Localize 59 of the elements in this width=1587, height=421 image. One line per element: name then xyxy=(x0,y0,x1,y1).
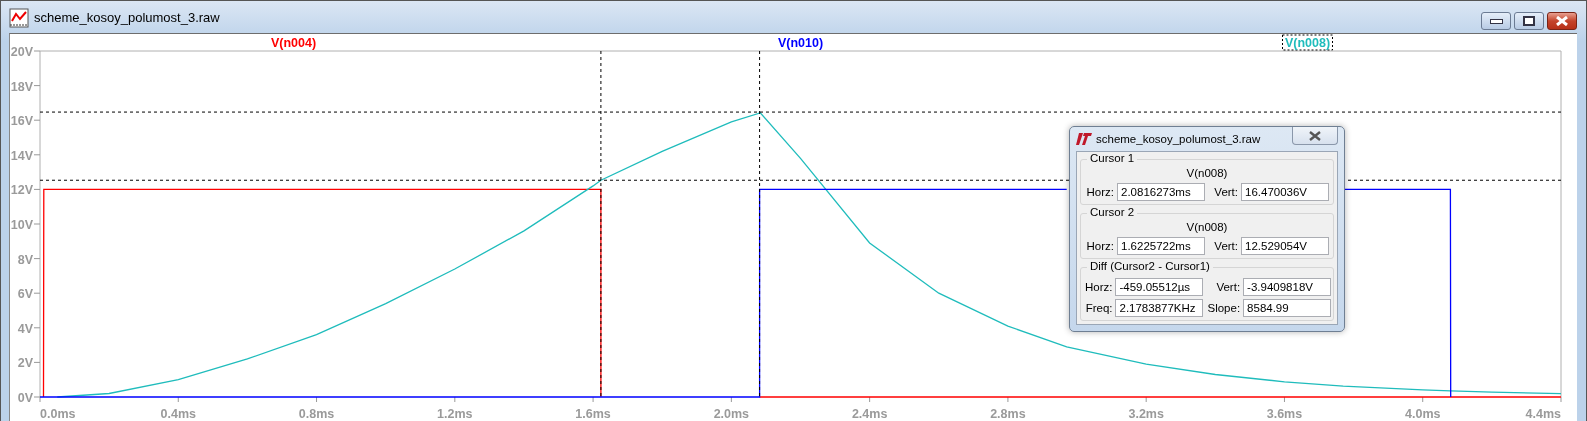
trace-label[interactable]: V(n010) xyxy=(777,36,824,50)
minimize-button[interactable] xyxy=(1481,12,1511,30)
y-tick-label: 16V xyxy=(10,114,33,129)
x-tick-label: 3.6ms xyxy=(1266,407,1303,421)
value-field[interactable]: 8584.99 xyxy=(1243,299,1332,317)
field-label: Horz: xyxy=(1085,281,1113,293)
field-label: Freq: xyxy=(1085,302,1113,314)
field-label: Vert: xyxy=(1216,281,1241,293)
value-field[interactable]: 2.0816273ms xyxy=(1117,183,1205,201)
value-field[interactable]: 12.529054V xyxy=(1241,237,1329,255)
field-label: Vert: xyxy=(1214,240,1238,252)
value-field[interactable]: -459.05512µs xyxy=(1115,278,1204,296)
x-tick-label: 1.6ms xyxy=(575,407,611,421)
maximize-button[interactable] xyxy=(1514,12,1544,30)
y-tick-label: 20V xyxy=(10,45,33,59)
cursor-line[interactable] xyxy=(759,50,761,398)
y-tick-label: 10V xyxy=(10,218,33,232)
x-tick-label: 0.8ms xyxy=(298,407,335,421)
field-label: Horz: xyxy=(1086,186,1114,198)
close-button[interactable] xyxy=(1547,12,1577,30)
y-tick-label: 8V xyxy=(17,252,33,267)
y-tick-label: 4V xyxy=(17,321,33,336)
field-label: Horz: xyxy=(1086,240,1114,252)
field-label: Slope: xyxy=(1207,302,1241,314)
y-tick-label: 14V xyxy=(10,148,33,163)
window-title: scheme_kosoy_polumost_3.raw xyxy=(34,9,220,25)
group-title: Cursor 2 xyxy=(1087,206,1138,218)
cursor-line[interactable] xyxy=(600,50,602,398)
value-field[interactable]: 2.1783877KHz xyxy=(1115,299,1204,317)
x-tick-label: 3.2ms xyxy=(1128,407,1164,421)
value-field[interactable]: 16.470036V xyxy=(1241,183,1329,201)
y-tick-label: 12V xyxy=(10,183,33,198)
x-tick-label: 2.0ms xyxy=(713,407,750,421)
x-tick-label: 0.4ms xyxy=(160,407,196,421)
x-tick-label: 4.0ms xyxy=(1405,407,1441,421)
focus-box xyxy=(1282,34,1333,51)
x-tick-label: 2.4ms xyxy=(851,407,888,421)
trace-label[interactable]: V(n004) xyxy=(270,36,317,50)
x-tick-label: 1.2ms xyxy=(437,407,473,421)
x-tick-label: 2.8ms xyxy=(990,407,1026,421)
waveform-icon xyxy=(9,8,29,28)
y-tick-label: 0V xyxy=(17,391,33,405)
field-label: Vert: xyxy=(1214,186,1238,198)
logo-icon xyxy=(1076,133,1092,145)
y-tick-label: 6V xyxy=(17,287,33,302)
group-title: Diff (Cursor2 - Cursor1) xyxy=(1087,260,1213,272)
close-button[interactable] xyxy=(1292,127,1338,145)
y-tick-label: 18V xyxy=(10,79,33,94)
dialog-title: scheme_kosoy_polumost_3.raw xyxy=(1096,133,1261,145)
x-tick-label: 0.0ms xyxy=(40,407,76,421)
x-tick-label: 4.4ms xyxy=(1525,407,1561,421)
value-field[interactable]: 1.6225722ms xyxy=(1117,237,1205,255)
close-icon xyxy=(1308,130,1322,141)
trace-name: V(n008) xyxy=(1185,167,1229,181)
close-icon xyxy=(1555,16,1569,26)
y-tick-label: 2V xyxy=(17,356,33,371)
group-title: Cursor 1 xyxy=(1087,152,1138,164)
trace-name: V(n008) xyxy=(1185,221,1229,235)
value-field[interactable]: -3.9409818V xyxy=(1243,278,1332,296)
